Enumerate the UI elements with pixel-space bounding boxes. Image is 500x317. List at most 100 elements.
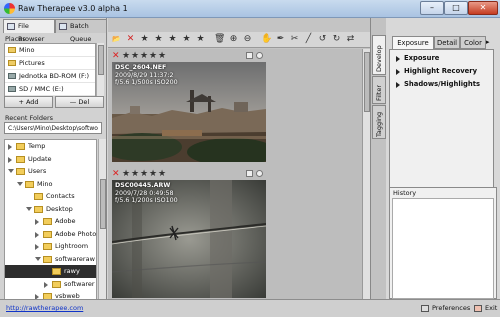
place-item-pictures[interactable]: Pictures xyxy=(5,57,95,70)
thumbnail-filename: DSC00445.ARW xyxy=(115,182,171,189)
tree-item[interactable]: Temp xyxy=(5,140,96,153)
place-item-sd-card[interactable]: SD / MMC (E:) xyxy=(5,83,95,96)
website-link[interactable]: http://rawtherapee.com xyxy=(6,304,83,312)
tree-item[interactable]: Lightroom xyxy=(5,240,96,253)
crop-icon[interactable]: ✂ xyxy=(289,34,300,45)
flag-icon[interactable] xyxy=(246,52,253,59)
tree-item[interactable]: Contacts xyxy=(5,190,96,203)
star-icon[interactable]: ★ xyxy=(181,34,192,45)
expander-closed-icon[interactable] xyxy=(35,231,40,238)
add-place-button[interactable]: + Add xyxy=(4,96,53,108)
thumbnail-image[interactable]: DSC00445.ARW 2009/7/28 0:49:58 f/5.6 1/2… xyxy=(112,180,266,298)
flip-icon[interactable]: ⇄ xyxy=(345,34,356,45)
reject-icon[interactable]: ✕ xyxy=(112,51,120,62)
tree-item[interactable]: Users xyxy=(5,165,96,178)
tree-scrollbar[interactable] xyxy=(98,139,106,315)
straighten-icon[interactable]: ╱ xyxy=(303,34,314,45)
star-icon[interactable]: ★ xyxy=(131,169,139,180)
star-icon[interactable]: ★ xyxy=(139,34,150,45)
tree-item[interactable]: softwarer xyxy=(5,278,96,291)
tree-item-label: Lightroom xyxy=(55,242,89,250)
star-icon[interactable]: ★ xyxy=(158,51,166,62)
hand-icon[interactable]: ✋ xyxy=(261,34,272,45)
exit-label: Exit xyxy=(485,304,498,312)
tab-exposure[interactable]: Exposure xyxy=(392,36,434,49)
exit-icon xyxy=(474,305,482,312)
scrollbar-thumb[interactable] xyxy=(100,179,106,229)
tab-color[interactable]: Color xyxy=(460,36,486,49)
star-icon[interactable]: ★ xyxy=(149,169,157,180)
expander-open-icon[interactable] xyxy=(17,181,23,187)
place-item-bd-rom[interactable]: Jednotka BD-ROM (F:) xyxy=(5,70,95,83)
preferences-button[interactable]: Preferences xyxy=(420,301,470,316)
recent-folders-combo[interactable]: C:\Users\Mino\Desktop\softwo xyxy=(4,122,102,134)
exit-button[interactable]: Exit xyxy=(473,301,497,316)
expander-open-icon[interactable] xyxy=(26,206,32,212)
expander-open-icon[interactable] xyxy=(8,169,14,174)
expander-closed-icon[interactable] xyxy=(35,244,40,250)
star-icon[interactable]: ★ xyxy=(140,169,148,180)
tree-item[interactable]: Desktop xyxy=(5,203,96,216)
tab-detail[interactable]: Detail xyxy=(434,36,460,49)
tab-label: Develop xyxy=(375,45,383,72)
section-highlight-recovery[interactable]: Highlight Recovery xyxy=(396,67,477,75)
expander-open-icon[interactable] xyxy=(35,256,41,262)
folder-icon xyxy=(16,168,25,175)
trash-icon[interactable] xyxy=(256,52,263,59)
tree-item[interactable]: Adobe xyxy=(5,215,96,228)
title-bar: Raw Therapee v3.0 alpha 1 – □ ✕ xyxy=(0,0,500,18)
folder-icon[interactable]: 📂 xyxy=(111,34,122,45)
thumbnail-image[interactable]: DSC_2604.NEF 2009/8/29 11:37:2 f/5.6 1/5… xyxy=(112,62,266,162)
tree-item[interactable]: softwareraw xyxy=(5,253,96,266)
tree-item-label: Contacts xyxy=(46,192,75,200)
reject-icon[interactable]: ✕ xyxy=(112,169,120,180)
star-icon[interactable]: ★ xyxy=(158,169,166,180)
tree-item[interactable]: Adobe Photo xyxy=(5,228,96,241)
expander-closed-icon[interactable] xyxy=(44,281,49,288)
zoom-out-icon[interactable]: ⊖ xyxy=(242,34,253,45)
section-exposure[interactable]: Exposure xyxy=(396,54,439,62)
eyedropper-icon[interactable]: ✒ xyxy=(275,34,286,45)
expander-closed-icon[interactable] xyxy=(8,144,13,150)
star-icon[interactable]: ★ xyxy=(122,51,130,62)
trash-icon[interactable]: 🗑 xyxy=(214,34,225,45)
section-shadows-highlights[interactable]: Shadows/Highlights xyxy=(396,80,480,88)
tab-tagging[interactable]: Tagging xyxy=(372,105,386,139)
scrollbar-thumb[interactable] xyxy=(98,45,104,75)
expander-closed-icon[interactable] xyxy=(8,156,13,163)
zoom-in-icon[interactable]: ⊕ xyxy=(228,34,239,45)
tree-item[interactable]: Mino xyxy=(5,178,96,191)
minimize-button[interactable]: – xyxy=(420,1,444,15)
thumbnail-card-selected[interactable]: ✕ ★ ★ ★ ★ ★ DSC00445.ARW 2009/7/28 0:49:… xyxy=(112,169,266,298)
tree-item[interactable]: rawy xyxy=(5,265,96,278)
thumbnail-card[interactable]: ✕ ★ ★ ★ ★ ★ DSC_2604.NEF 2009/8/29 11:37… xyxy=(112,51,266,162)
close-button[interactable]: ✕ xyxy=(468,1,498,15)
thumbnail-scrollbar[interactable] xyxy=(362,49,370,299)
star-icon[interactable]: ★ xyxy=(195,34,206,45)
reject-icon[interactable]: ✕ xyxy=(125,34,136,45)
folder-icon xyxy=(16,143,25,150)
star-icon[interactable]: ★ xyxy=(131,51,139,62)
tab-filter[interactable]: Filter xyxy=(372,76,386,104)
tab-develop[interactable]: Develop xyxy=(372,35,386,75)
star-icon[interactable]: ★ xyxy=(149,51,157,62)
folder-icon xyxy=(25,180,34,188)
tab-batch-queue[interactable]: Batch Queue xyxy=(55,19,107,43)
flag-icon[interactable] xyxy=(246,170,253,177)
tab-scroll-arrow-icon[interactable]: ▸ xyxy=(486,36,498,49)
history-list[interactable] xyxy=(392,198,494,299)
star-icon[interactable]: ★ xyxy=(122,169,130,180)
del-place-button[interactable]: — Del xyxy=(55,96,104,108)
tab-file-browser[interactable]: File Browser xyxy=(3,19,55,43)
star-icon[interactable]: ★ xyxy=(167,34,178,45)
star-icon[interactable]: ★ xyxy=(140,51,148,62)
rotate-left-icon[interactable]: ↺ xyxy=(317,34,328,45)
maximize-button[interactable]: □ xyxy=(444,1,468,15)
places-scrollbar[interactable] xyxy=(96,43,104,96)
trash-icon[interactable] xyxy=(256,170,263,177)
expander-closed-icon[interactable] xyxy=(35,219,40,225)
tree-item[interactable]: Update xyxy=(5,153,96,166)
rotate-right-icon[interactable]: ↻ xyxy=(331,34,342,45)
star-icon[interactable]: ★ xyxy=(153,34,164,45)
place-item-mino[interactable]: Mino xyxy=(5,44,95,57)
